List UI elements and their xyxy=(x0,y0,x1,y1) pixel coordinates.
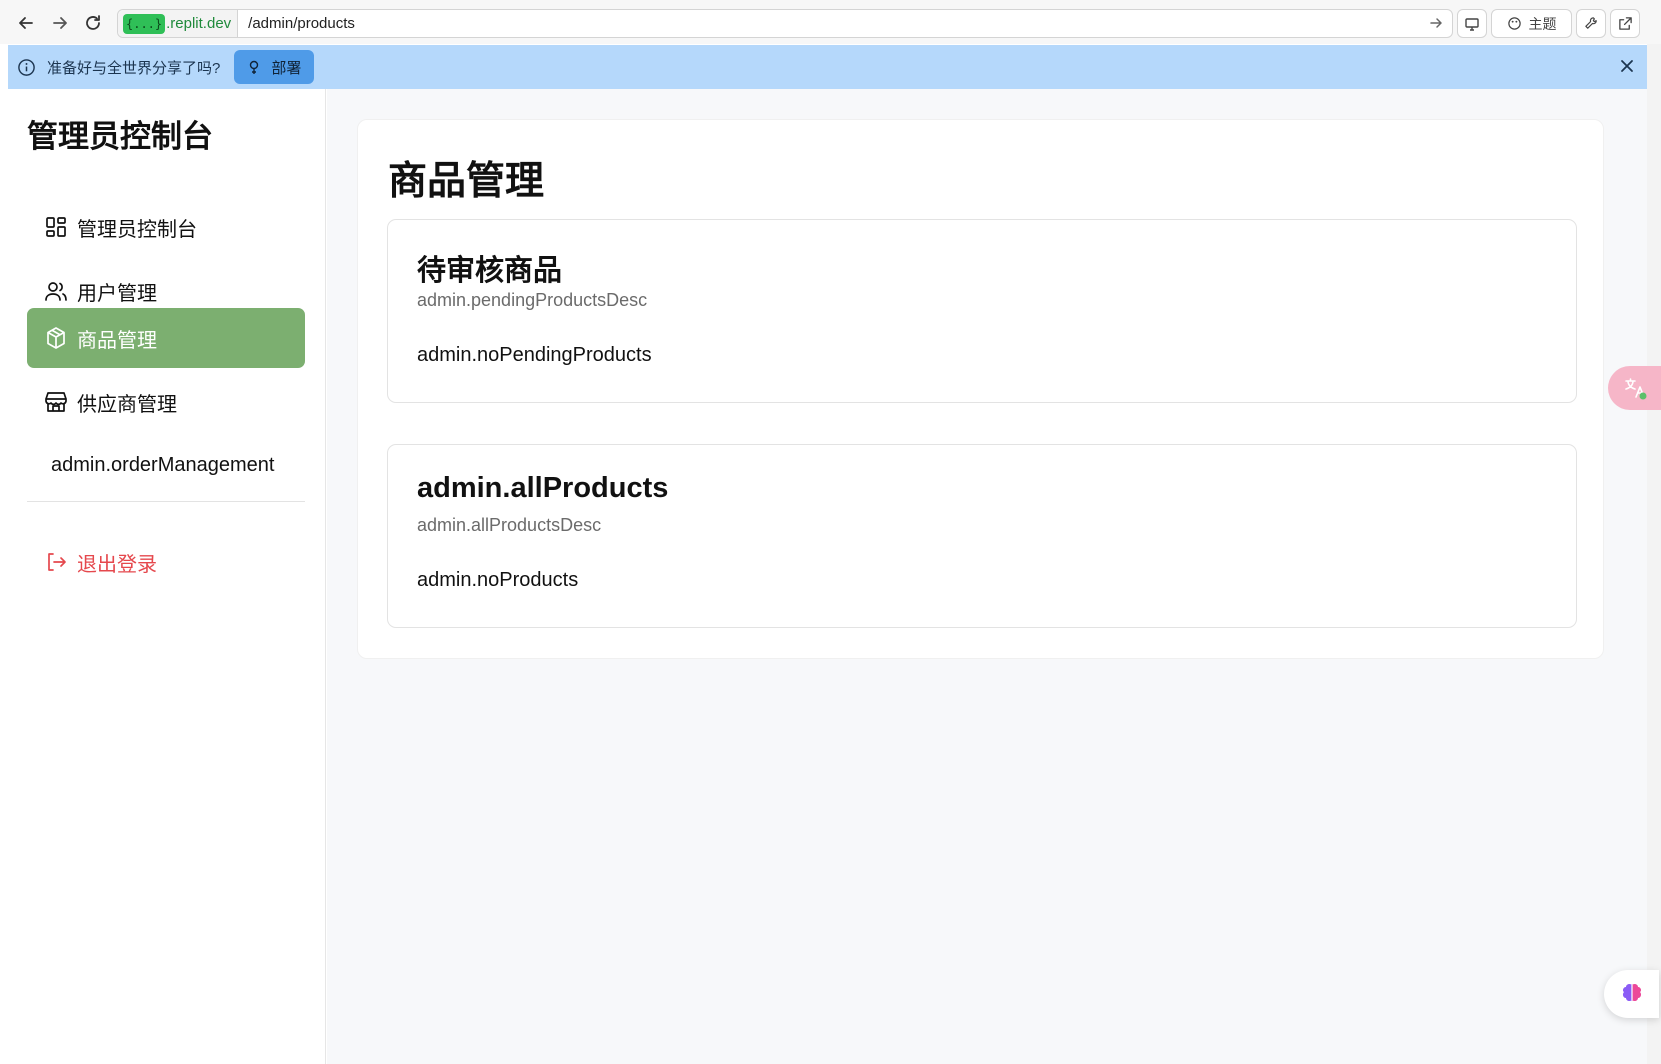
url-path[interactable]: /admin/products xyxy=(248,15,355,32)
sidebar-item-label: 用户管理 xyxy=(77,282,157,305)
page-title: 商品管理 xyxy=(388,160,545,203)
reload-icon[interactable] xyxy=(80,10,106,36)
section-title: admin.allProducts xyxy=(417,472,669,504)
window-edge xyxy=(1647,44,1661,1064)
translate-widget[interactable] xyxy=(1608,366,1661,410)
sidebar-item-dashboard[interactable]: 管理员控制台 xyxy=(27,197,305,257)
dashboard-grid-icon xyxy=(43,214,69,240)
host-badge: {...} xyxy=(123,13,166,34)
info-icon xyxy=(17,58,36,77)
external-link-icon xyxy=(1618,17,1632,30)
theme-button[interactable]: 主题 xyxy=(1491,9,1572,38)
forward-icon[interactable] xyxy=(47,10,73,36)
empty-state-text: admin.noPendingProducts xyxy=(417,344,652,366)
users-icon xyxy=(43,278,69,304)
deploy-icon xyxy=(250,60,259,74)
section-title: 待审核商品 xyxy=(417,255,563,287)
go-arrow-icon[interactable] xyxy=(1428,15,1444,36)
device-preview-button[interactable] xyxy=(1457,9,1487,38)
pending-products-section: 待审核商品 admin.pendingProductsDesc admin.no… xyxy=(387,219,1577,403)
logout-button[interactable]: 退出登录 xyxy=(27,532,305,592)
sidebar-item-label: 管理员控制台 xyxy=(77,218,197,241)
back-icon[interactable] xyxy=(13,10,39,36)
palette-icon xyxy=(1507,17,1521,30)
deploy-banner: 准备好与全世界分享了吗? 部署 xyxy=(8,45,1647,89)
sidebar-item-label: admin.orderManagement xyxy=(51,453,275,476)
section-description: admin.pendingProductsDesc xyxy=(417,290,648,310)
brain-icon xyxy=(1622,983,1641,1002)
theme-label: 主题 xyxy=(1528,15,1557,32)
sidebar-title: 管理员控制台 xyxy=(27,119,213,154)
host-text: .replit.dev xyxy=(166,15,232,32)
logout-icon xyxy=(43,549,69,575)
empty-state-text: admin.noProducts xyxy=(417,569,579,591)
devtools-button[interactable] xyxy=(1576,9,1606,38)
sidebar-item-label: 商品管理 xyxy=(77,329,157,352)
app-page: 管理员控制台 管理员控制台 用户管理 商品管理 供应商管理 admin.orde… xyxy=(8,89,1647,1064)
sidebar-item-products[interactable]: 商品管理 xyxy=(27,308,305,368)
all-products-section: admin.allProducts admin.allProductsDesc … xyxy=(387,444,1577,628)
sidebar-item-suppliers[interactable]: 供应商管理 xyxy=(27,372,305,432)
sidebar: 管理员控制台 管理员控制台 用户管理 商品管理 供应商管理 admin.orde… xyxy=(8,89,326,1064)
store-icon xyxy=(43,389,69,415)
browser-toolbar: {...} .replit.dev /admin/products 主题 xyxy=(0,0,1661,44)
monitor-icon xyxy=(1465,17,1479,31)
wrench-icon xyxy=(1584,17,1597,29)
sidebar-divider xyxy=(27,501,305,502)
deploy-label: 部署 xyxy=(271,59,302,77)
section-description: admin.allProductsDesc xyxy=(417,515,602,535)
deploy-button[interactable]: 部署 xyxy=(234,50,315,84)
sidebar-item-orders[interactable]: admin.orderManagement xyxy=(27,435,305,495)
banner-message: 准备好与全世界分享了吗? xyxy=(47,59,221,77)
translate-icon xyxy=(1624,378,1646,400)
ai-assistant-widget[interactable] xyxy=(1604,970,1659,1018)
close-icon[interactable] xyxy=(1617,56,1637,81)
open-new-tab-button[interactable] xyxy=(1610,9,1640,38)
host-chip: {...} .replit.dev xyxy=(118,10,239,37)
content-card: 商品管理 待审核商品 admin.pendingProductsDesc adm… xyxy=(357,119,1604,659)
address-bar[interactable]: {...} .replit.dev /admin/products xyxy=(117,9,1453,38)
sidebar-item-label: 供应商管理 xyxy=(77,393,177,416)
logout-label: 退出登录 xyxy=(77,553,157,576)
main-content: 商品管理 待审核商品 admin.pendingProductsDesc adm… xyxy=(327,89,1647,1064)
package-icon xyxy=(43,325,69,351)
